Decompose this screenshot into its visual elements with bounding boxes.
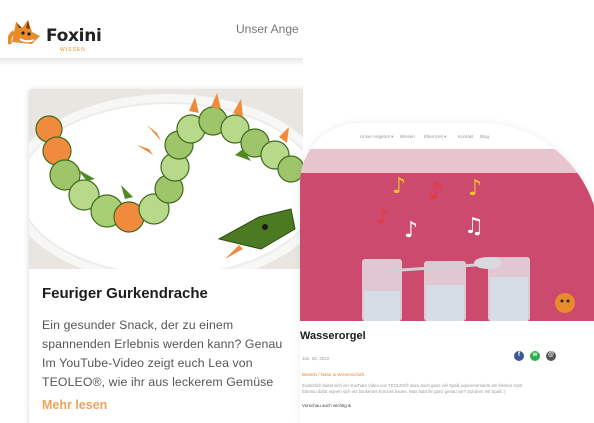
whatsapp-share-icon[interactable]: w <box>530 351 540 361</box>
excerpt-line: TEOLEO®, wie ihr aus leckerem Gemüse <box>42 375 274 389</box>
post-title: Wasserorgel <box>300 330 366 342</box>
svg-text:♫: ♫ <box>464 214 484 239</box>
pink-banner <box>300 149 594 173</box>
desktop-nav: Unser Angebot ▾ Wissen Elternzeit ▾ Kont… <box>300 123 594 149</box>
svg-text:♪: ♪ <box>468 176 482 201</box>
article-title[interactable]: Feuriger Gurkendrache <box>42 285 208 302</box>
excerpt-line: spannenden Erlebnis werden kann? Genau <box>42 337 283 351</box>
nav-item[interactable]: Unser Angebot ▾ <box>360 134 393 140</box>
nav-item[interactable]: Blog <box>480 134 489 139</box>
nav-item[interactable]: Elternzeit ▾ <box>424 134 446 140</box>
foxini-logo[interactable]: Foxini WISSEN <box>7 12 102 53</box>
post-body: Zusätzlich bietet sich ein YouTube Video… <box>302 383 588 395</box>
excerpt-line: Ein gesunder Snack, der zu einem <box>42 318 234 332</box>
water-organ-image: ♪ ♪ ♪ ♪ ♪ ♫ <box>300 173 594 321</box>
cucumber-dragon-image <box>29 89 303 269</box>
site-header: Foxini WISSEN Unser Ange <box>0 0 303 58</box>
article-card[interactable]: Feuriger Gurkendrache Ein gesunder Snack… <box>29 89 303 423</box>
post-date: Jan. 28, 2022 <box>302 356 330 361</box>
desktop-screenshot: Unser Angebot ▾ Wissen Elternzeit ▾ Kont… <box>300 123 594 423</box>
excerpt-line: Im YouTube-Video zeigt euch Lea von <box>42 356 253 370</box>
article-excerpt: Ein gesunder Snack, der zu einem spannen… <box>42 316 303 392</box>
facebook-share-icon[interactable]: f <box>514 351 524 361</box>
body-line: Ebenso dafür eignen sich ein bunkertes K… <box>302 389 506 394</box>
mobile-screenshot: Foxini WISSEN Unser Ange Feuriger Gurken… <box>0 0 303 423</box>
nav-item[interactable]: Kontakt <box>458 134 473 139</box>
svg-text:♪: ♪ <box>376 204 389 228</box>
nav-link-angebot[interactable]: Unser Ange <box>236 22 299 36</box>
email-share-icon[interactable]: @ <box>546 351 556 361</box>
post-category[interactable]: Basteln / Natur & Wissenschaft <box>302 372 364 377</box>
fox-icon <box>7 20 40 45</box>
header-divider <box>0 58 303 66</box>
svg-text:♪: ♪ <box>404 218 418 243</box>
share-label: Vorschau auch wichtig & <box>302 403 352 408</box>
svg-text:♪: ♪ <box>392 174 406 199</box>
svg-text:♪: ♪ <box>428 177 443 205</box>
nav-item[interactable]: Wissen <box>400 134 415 139</box>
read-more-link[interactable]: Mehr lesen <box>42 398 107 412</box>
logo-tagline: WISSEN <box>60 47 86 53</box>
logo-wordmark: Foxini <box>46 26 102 46</box>
